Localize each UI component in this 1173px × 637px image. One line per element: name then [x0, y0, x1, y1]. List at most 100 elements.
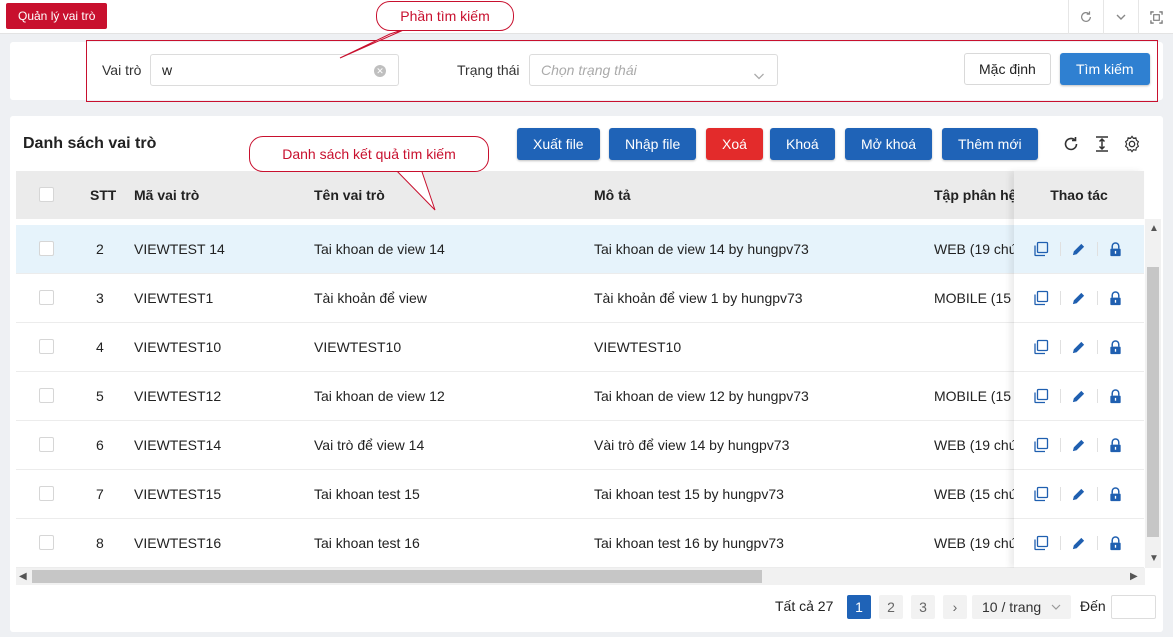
col-role-code[interactable]: Mã vai trò [134, 171, 199, 219]
copy-icon[interactable] [1032, 436, 1050, 454]
import-button[interactable]: Nhập file [609, 128, 697, 160]
cell-role-name: Tài khoản để view [314, 290, 427, 306]
divider [1097, 242, 1098, 256]
copy-icon[interactable] [1032, 240, 1050, 258]
actions-column: Thao tác [1014, 171, 1144, 568]
row-actions [1014, 274, 1144, 323]
col-feature-set[interactable]: Tập phân hệ [934, 171, 1024, 219]
table-row[interactable]: 2 VIEWTEST 14 Tai khoan de view 14 Tai khoa… [16, 225, 1144, 274]
refresh-icon[interactable] [1068, 0, 1103, 34]
reload-icon[interactable] [1060, 133, 1082, 155]
divider [1060, 438, 1061, 452]
page-2[interactable]: 2 [879, 595, 903, 619]
column-height-icon[interactable] [1091, 133, 1113, 155]
copy-icon[interactable] [1032, 485, 1050, 503]
page-size-select[interactable]: 10 / trang [972, 595, 1071, 619]
row-actions [1014, 225, 1144, 274]
lock-icon[interactable] [1106, 289, 1124, 307]
table-row[interactable]: 8 VIEWTEST16 Tai khoan test 16 Tai khoan te… [16, 519, 1144, 568]
row-checkbox[interactable] [39, 290, 54, 305]
row-checkbox[interactable] [39, 486, 54, 501]
scroll-up-icon[interactable]: ▲ [1149, 223, 1159, 234]
status-select[interactable]: Chọn trạng thái [529, 54, 778, 86]
lock-icon[interactable] [1106, 387, 1124, 405]
cell-feature-set: WEB (19 chức [934, 437, 1024, 453]
lock-icon[interactable] [1106, 338, 1124, 356]
delete-button[interactable]: Xoá [706, 128, 763, 160]
row-checkbox[interactable] [39, 437, 54, 452]
status-label: Trạng thái [457, 62, 520, 78]
cell-role-name: Tai khoan test 15 [314, 486, 420, 502]
search-button[interactable]: Tìm kiếm [1060, 53, 1150, 85]
next-page-button[interactable]: › [943, 595, 967, 619]
edit-icon[interactable] [1069, 436, 1087, 454]
table-row[interactable]: 7 VIEWTEST15 Tai khoan test 15 Tai khoan te… [16, 470, 1144, 519]
page-3[interactable]: 3 [911, 595, 935, 619]
cell-description: Tai khoan test 16 by hungpv73 [594, 535, 784, 551]
copy-icon[interactable] [1032, 387, 1050, 405]
table-row[interactable]: 3 VIEWTEST1 Tài khoản để view Tài khoản để … [16, 274, 1144, 323]
lock-icon[interactable] [1106, 485, 1124, 503]
clear-icon[interactable]: ✕ [374, 65, 386, 77]
row-checkbox[interactable] [39, 241, 54, 256]
lock-icon[interactable] [1106, 436, 1124, 454]
copy-icon[interactable] [1032, 338, 1050, 356]
page-1[interactable]: 1 [847, 595, 871, 619]
unlock-button[interactable]: Mở khoá [845, 128, 933, 160]
divider [1097, 340, 1098, 354]
divider [1097, 536, 1098, 550]
reset-button[interactable]: Mặc định [964, 53, 1051, 85]
cell-description: Tài khoản để view 1 by hungpv73 [594, 290, 803, 306]
chevron-down-icon[interactable] [1103, 0, 1138, 34]
scroll-down-icon[interactable]: ▼ [1149, 553, 1159, 564]
table-row[interactable]: 5 VIEWTEST12 Tai khoan de view 12 Tai khoan… [16, 372, 1144, 421]
divider [1060, 389, 1061, 403]
row-actions [1014, 519, 1144, 568]
table-row[interactable]: 6 VIEWTEST14 Vai trò để view 14 Vài trò để … [16, 421, 1144, 470]
results-callout: Danh sách kết quả tìm kiếm [249, 136, 489, 172]
edit-icon[interactable] [1069, 240, 1087, 258]
cell-role-code: VIEWTEST10 [134, 339, 222, 355]
export-button[interactable]: Xuất file [517, 128, 600, 160]
col-description[interactable]: Mô tả [594, 171, 631, 219]
lock-button[interactable]: Khoá [770, 128, 835, 160]
copy-icon[interactable] [1032, 289, 1050, 307]
cell-role-code: VIEWTEST16 [134, 535, 222, 551]
row-checkbox[interactable] [39, 535, 54, 550]
cell-stt: 6 [96, 437, 104, 453]
divider [1097, 487, 1098, 501]
horizontal-scrollbar[interactable]: ◀ ▶ [16, 568, 1145, 585]
goto-page-input[interactable] [1111, 595, 1156, 619]
cell-role-code: VIEWTEST12 [134, 388, 222, 404]
edit-icon[interactable] [1069, 289, 1087, 307]
cell-role-name: Tai khoan test 16 [314, 535, 420, 551]
cell-role-code: VIEWTEST 14 [134, 241, 225, 257]
divider [1060, 536, 1061, 550]
edit-icon[interactable] [1069, 534, 1087, 552]
copy-icon[interactable] [1032, 534, 1050, 552]
edit-icon[interactable] [1069, 338, 1087, 356]
edit-icon[interactable] [1069, 387, 1087, 405]
table-row[interactable]: 4 VIEWTEST10 VIEWTEST10 VIEWTEST10 [16, 323, 1144, 372]
row-checkbox[interactable] [39, 388, 54, 403]
fullscreen-icon[interactable] [1138, 0, 1173, 34]
vertical-scrollbar[interactable]: ▲ ▼ [1145, 219, 1161, 568]
edit-icon[interactable] [1069, 485, 1087, 503]
divider [1060, 487, 1061, 501]
scroll-right-icon[interactable]: ▶ [1130, 571, 1138, 582]
tab-role-management[interactable]: Quản lý vai trò [6, 3, 108, 29]
vertical-scroll-thumb[interactable] [1147, 267, 1159, 537]
divider [1097, 291, 1098, 305]
select-all-checkbox[interactable] [39, 187, 54, 202]
lock-icon[interactable] [1106, 534, 1124, 552]
add-new-button[interactable]: Thêm mới [942, 128, 1038, 160]
lock-icon[interactable] [1106, 240, 1124, 258]
row-checkbox[interactable] [39, 339, 54, 354]
chevron-down-icon [1051, 604, 1061, 610]
table-header: STT Mã vai trò Tên vai trò Mô tả Tập phâ… [16, 171, 1144, 219]
col-role-name[interactable]: Tên vai trò [314, 171, 385, 219]
scroll-left-icon[interactable]: ◀ [19, 571, 27, 582]
settings-icon[interactable] [1121, 133, 1143, 155]
divider [1060, 242, 1061, 256]
horizontal-scroll-thumb[interactable] [32, 570, 762, 583]
